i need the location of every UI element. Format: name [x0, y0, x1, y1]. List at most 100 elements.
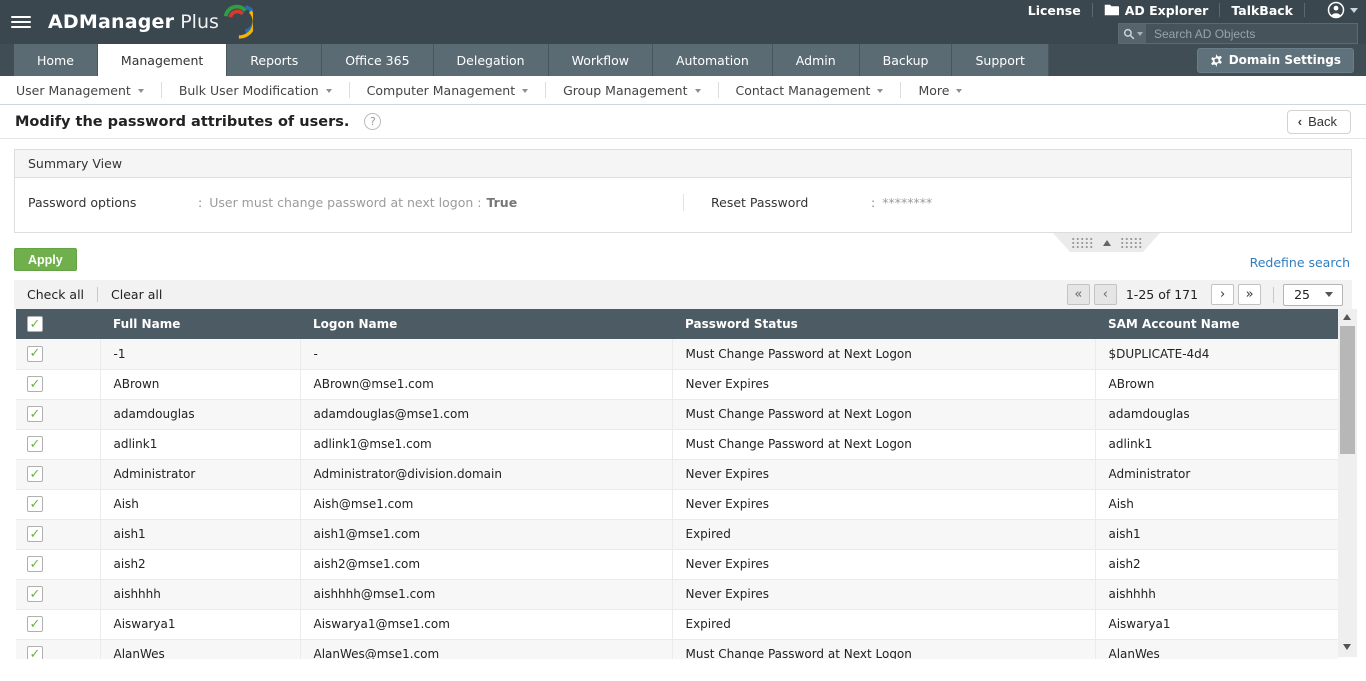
row-checkbox[interactable]: ✓: [27, 526, 43, 542]
row-checkbox[interactable]: ✓: [27, 376, 43, 392]
ad-explorer-link[interactable]: AD Explorer: [1104, 3, 1208, 18]
page-size-select[interactable]: 25: [1283, 283, 1343, 306]
nav-tab[interactable]: Home: [14, 44, 98, 76]
table-row[interactable]: ✓ Aish Aish@mse1.com Never Expires Aish: [16, 489, 1338, 520]
cell-password-status: Must Change Password at Next Logon: [672, 339, 1096, 370]
last-page-button[interactable]: »: [1238, 284, 1262, 305]
subnav-bulk-user-modification[interactable]: Bulk User Modification: [162, 82, 350, 98]
apply-button[interactable]: Apply: [14, 248, 77, 271]
table-scrollbar[interactable]: [1338, 309, 1357, 657]
scroll-up-icon[interactable]: [1343, 314, 1351, 320]
subnav-computer-management[interactable]: Computer Management: [350, 82, 547, 98]
folder-icon: [1104, 4, 1119, 16]
nav-tab[interactable]: Support: [952, 44, 1049, 76]
subnav-group-management[interactable]: Group Management: [546, 82, 719, 98]
table-row[interactable]: ✓ Aiswarya1 Aiswarya1@mse1.com Expired A…: [16, 609, 1338, 640]
subnav-user-management[interactable]: User Management: [16, 82, 162, 98]
license-link[interactable]: License: [1028, 3, 1081, 18]
nav-tab[interactable]: Delegation: [433, 44, 549, 76]
cell-logon-name: aish1@mse1.com: [300, 519, 673, 550]
row-checkbox[interactable]: ✓: [27, 436, 43, 452]
table-row[interactable]: ✓ aishhhh aishhhh@mse1.com Never Expires…: [16, 579, 1338, 610]
clear-all-link[interactable]: Clear all: [111, 287, 162, 302]
cell-logon-name: -: [300, 339, 673, 370]
table-row[interactable]: ✓ -1 - Must Change Password at Next Logo…: [16, 339, 1338, 370]
domain-settings-button[interactable]: Domain Settings: [1196, 47, 1354, 73]
table-row[interactable]: ✓ Administrator Administrator@division.d…: [16, 459, 1338, 490]
summary-panel: Summary View Password options : User mus…: [14, 149, 1352, 233]
divider: [1304, 3, 1305, 17]
search-scope-button[interactable]: [1119, 24, 1146, 43]
check-icon: ✓: [29, 556, 41, 572]
help-icon[interactable]: ?: [364, 113, 382, 130]
row-checkbox[interactable]: ✓: [27, 345, 43, 362]
cell-full-name: ABrown: [100, 369, 301, 400]
nav-tab[interactable]: Automation: [652, 44, 773, 76]
column-header-logon-name[interactable]: Logon Name: [300, 309, 672, 339]
nav-tab[interactable]: Office 365: [322, 44, 434, 76]
first-page-button[interactable]: «: [1066, 284, 1090, 305]
cell-full-name: aish1: [100, 519, 301, 550]
cell-password-status: Must Change Password at Next Logon: [672, 399, 1096, 430]
cell-full-name: -1: [100, 339, 301, 370]
check-icon: ✓: [29, 406, 41, 422]
column-header-full-name[interactable]: Full Name: [100, 309, 300, 339]
table-row[interactable]: ✓ AlanWes AlanWes@mse1.com Must Change P…: [16, 639, 1338, 659]
row-checkbox[interactable]: ✓: [27, 586, 43, 602]
top-links: License AD Explorer TalkBack: [1028, 0, 1358, 20]
cell-sam-account-name: Aish: [1095, 489, 1338, 520]
user-account-menu[interactable]: [1327, 1, 1358, 19]
divider: [1219, 3, 1221, 17]
table-row[interactable]: ✓ aish1 aish1@mse1.com Expired aish1: [16, 519, 1338, 550]
prev-page-button[interactable]: ‹: [1093, 284, 1117, 305]
table-row[interactable]: ✓ aish2 aish2@mse1.com Never Expires ais…: [16, 549, 1338, 580]
cell-logon-name: AlanWes@mse1.com: [300, 639, 673, 659]
scroll-down-icon[interactable]: [1343, 644, 1351, 650]
chevron-down-icon: [325, 89, 332, 93]
scrollbar-thumb[interactable]: [1340, 326, 1355, 454]
column-header-sam-account-name[interactable]: SAM Account Name: [1095, 309, 1338, 339]
redefine-search-link[interactable]: Redefine search: [1250, 255, 1350, 270]
cell-full-name: AlanWes: [100, 639, 301, 659]
table-header-row: ✓ Full Name Logon Name Password Status S…: [16, 309, 1338, 339]
cell-full-name: Aish: [100, 489, 301, 520]
check-all-link[interactable]: Check all: [27, 287, 84, 302]
cell-password-status: Never Expires: [672, 549, 1096, 580]
subnav-contact-management[interactable]: Contact Management: [719, 82, 902, 98]
nav-tab[interactable]: Workflow: [548, 44, 653, 76]
primary-nav: Home Management Reports Office 365 Deleg…: [0, 44, 1366, 76]
table-row[interactable]: ✓ ABrown ABrown@mse1.com Never Expires A…: [16, 369, 1338, 400]
row-checkbox[interactable]: ✓: [27, 496, 43, 512]
check-icon: ✓: [29, 376, 41, 392]
nav-tab[interactable]: Management: [97, 44, 228, 76]
nav-tab[interactable]: Backup: [859, 44, 953, 76]
cell-password-status: Never Expires: [672, 489, 1096, 520]
row-checkbox[interactable]: ✓: [27, 646, 43, 659]
cell-logon-name: adamdouglas@mse1.com: [300, 399, 673, 430]
back-button[interactable]: ‹ Back: [1286, 109, 1351, 134]
row-checkbox[interactable]: ✓: [27, 556, 43, 572]
hamburger-menu-icon[interactable]: [11, 13, 31, 31]
table-row[interactable]: ✓ adamdouglas adamdouglas@mse1.com Must …: [16, 399, 1338, 430]
column-header-password-status[interactable]: Password Status: [672, 309, 1095, 339]
search-input[interactable]: [1146, 24, 1357, 43]
brand-suffix: Plus: [180, 11, 219, 33]
page-title: Modify the password attributes of users.: [15, 113, 350, 130]
nav-tab[interactable]: Admin: [772, 44, 860, 76]
cell-sam-account-name: Administrator: [1095, 459, 1338, 490]
summary-panel-title: Summary View: [15, 150, 1351, 178]
collapse-summary-handle[interactable]: [1053, 233, 1160, 252]
list-toolbar: Check all Clear all « ‹ 1-25 of 171 › » …: [14, 280, 1352, 309]
cell-sam-account-name: $DUPLICATE-4d4: [1095, 339, 1338, 370]
nav-tab[interactable]: Reports: [227, 44, 323, 76]
next-page-button[interactable]: ›: [1211, 284, 1235, 305]
select-all-checkbox[interactable]: ✓: [27, 316, 43, 332]
check-icon: ✓: [29, 496, 41, 512]
chevron-down-icon: [1136, 31, 1143, 36]
talkback-link[interactable]: TalkBack: [1231, 3, 1293, 18]
subnav-more[interactable]: More: [901, 82, 979, 98]
row-checkbox[interactable]: ✓: [27, 406, 43, 422]
row-checkbox[interactable]: ✓: [27, 466, 43, 482]
row-checkbox[interactable]: ✓: [27, 616, 43, 632]
table-row[interactable]: ✓ adlink1 adlink1@mse1.com Must Change P…: [16, 429, 1338, 460]
